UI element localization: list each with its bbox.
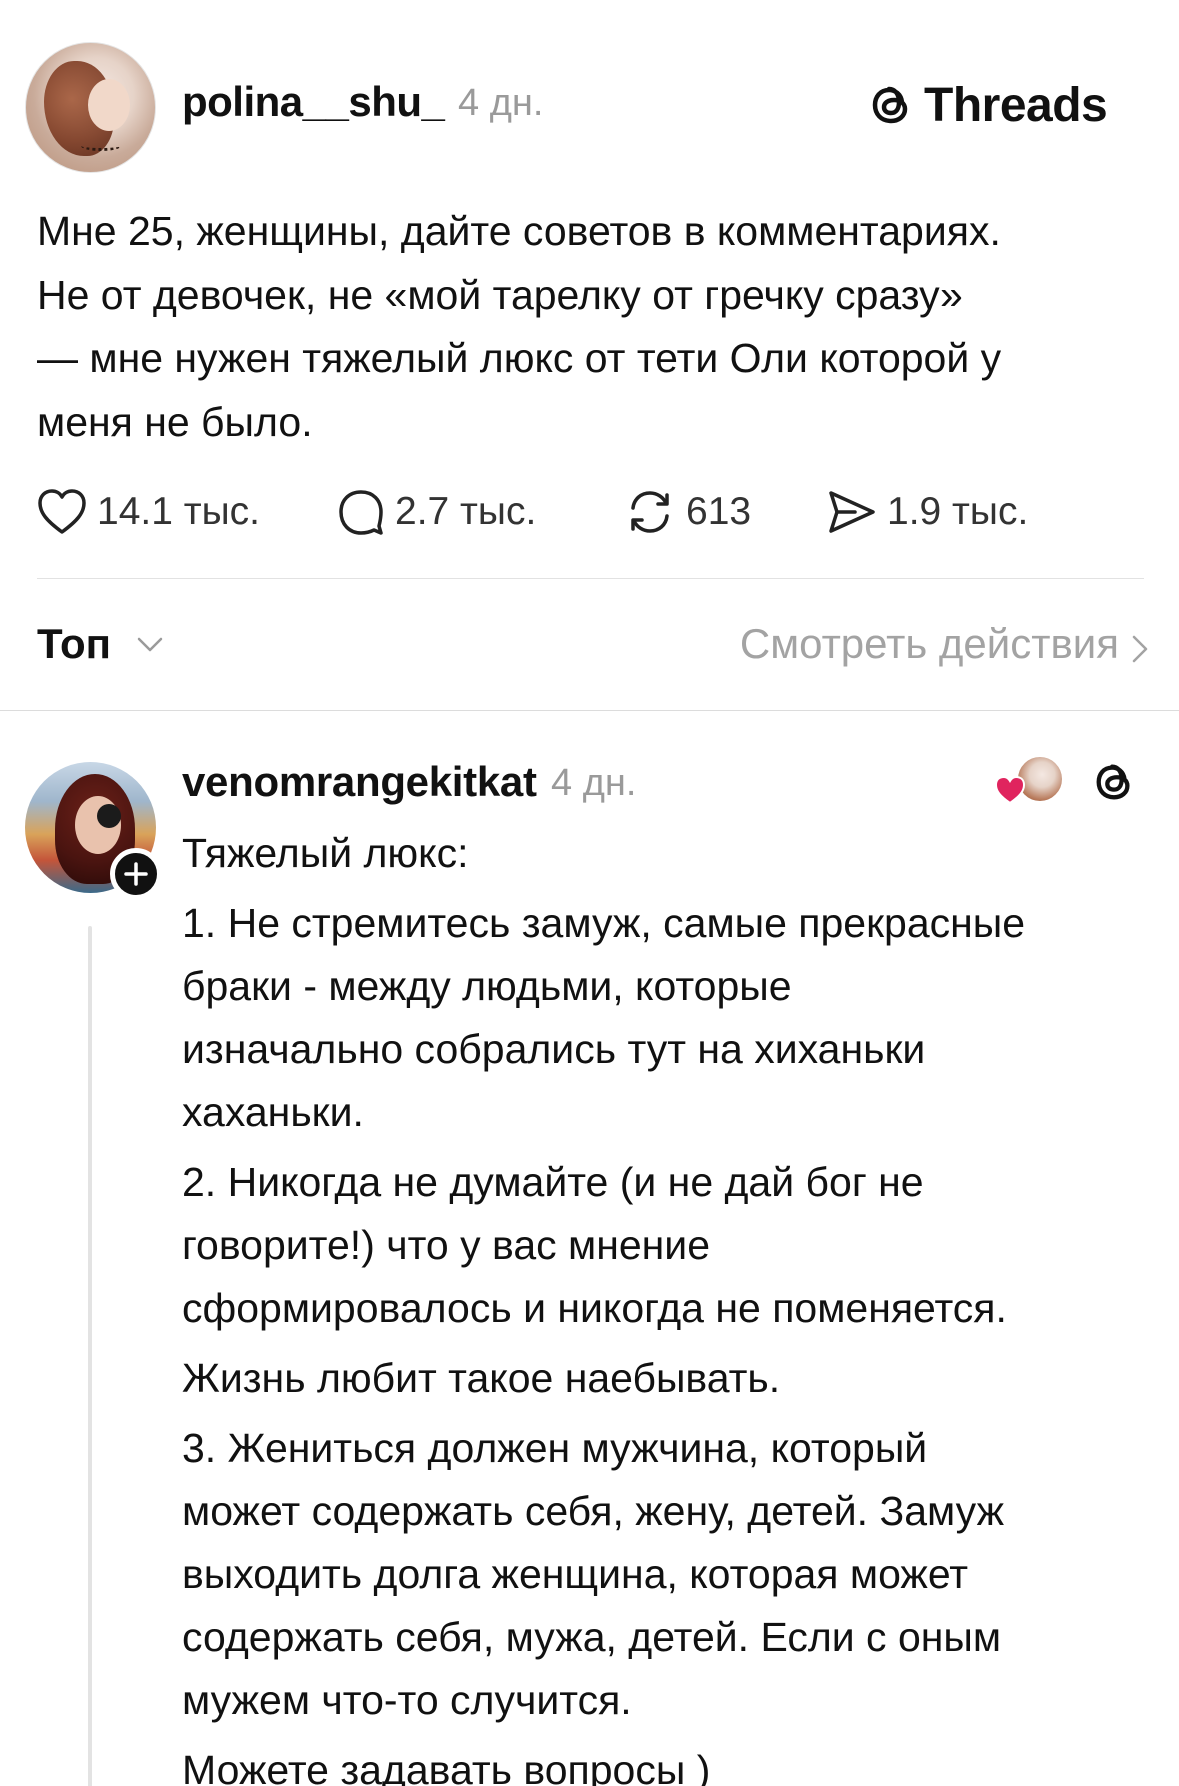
post-text-line: Мне 25, женщины, дайте советов в коммент… [37,208,1001,254]
threads-logo-icon [872,86,908,124]
repost-button[interactable]: 613 [624,482,751,542]
thread-line [88,926,92,1786]
like-button[interactable]: 14.1 тыс. [37,482,260,542]
post-time: 4 дн. [458,82,544,124]
post-text-line: меня не было. [37,398,313,445]
reply-text-line: мужем что-то случится. [182,1677,632,1723]
threads-post-page: polina__shu_ 4 дн. Threads Мне 25, женщи… [0,0,1179,1786]
reply-body: Тяжелый люкс: 1. Не стремитесь замуж, са… [182,822,1162,1786]
share-icon [829,491,875,533]
post-text-line: Не от девочек, не «мой тарелку от гречку… [37,271,963,318]
reply-time: 4 дн. [551,762,637,804]
reply-text-line: хаханьки. [182,1089,364,1135]
view-activity-link[interactable]: Смотреть действия [740,620,1119,668]
section-divider [0,710,1179,711]
sort-dropdown[interactable]: Топ [37,620,111,668]
repost-count: 613 [686,490,752,533]
brand-label: Threads [924,78,1108,132]
reply-text-line: Жизнь любит такое наебывать. [182,1355,781,1401]
follow-button[interactable] [110,848,162,900]
reply-text-line: 2. Никогда не думайте (и не дай бог не [182,1159,924,1205]
reply-text-line: выходить долга женщина, которая может [182,1551,969,1597]
threads-logo-icon[interactable] [1092,758,1136,806]
reply-text-line: браки - между людьми, которые [182,963,792,1009]
reply-text-line: содержать себя, мужа, детей. Если с оным [182,1614,1002,1660]
plus-icon [124,862,148,886]
post-body: Мне 25, женщины, дайте советов в коммент… [37,200,1157,454]
repost-icon [631,491,669,533]
reply-text-line: сформировалось и никогда не поменяется. [182,1285,1007,1331]
reply-username[interactable]: venomrangekitkat [182,758,537,806]
author-avatar[interactable] [25,42,156,173]
reply-count: 2.7 тыс. [395,490,537,533]
post-header: polina__shu_ 4 дн. Threads [0,0,1179,190]
reply-text-line: изначально собрались тут на хиханьки [182,1026,926,1072]
like-count: 14.1 тыс. [97,490,260,533]
reply-text-line: Тяжелый люкс: [182,830,469,876]
reply-text-line: 1. Не стремитесь замуж, самые прекрасные [182,900,1026,946]
share-button[interactable]: 1.9 тыс. [827,482,1028,542]
replies-sort-bar: Топ Смотреть действия [0,610,1179,690]
share-count: 1.9 тыс. [887,490,1029,533]
author-username[interactable]: polina__shu_ [182,78,445,126]
chevron-right-icon[interactable] [1131,634,1149,664]
chevron-down-icon[interactable] [136,636,164,654]
reply-text-line: Можете задавать вопросы ) [182,1747,711,1786]
reply-button[interactable]: 2.7 тыс. [337,482,536,542]
reply-text-line: говорите!) что у вас мнение [182,1222,710,1268]
post-text-line: — мне нужен тяжелый люкс от тети Оли кот… [37,335,1002,381]
divider [37,578,1144,579]
reply-text-line: 3. Жениться должен мужчина, который [182,1425,928,1471]
heart-icon [994,775,1026,805]
reply-text-line: может содержать себя, жену, детей. Замуж [182,1488,1005,1534]
threads-brand[interactable]: Threads [868,76,1108,134]
author-liked-indicator [994,755,1068,811]
post-actions: 14.1 тыс. 2.7 тыс. 613 1.9 тыс. [37,482,1137,542]
comment-icon [339,490,383,535]
heart-icon [38,489,86,534]
